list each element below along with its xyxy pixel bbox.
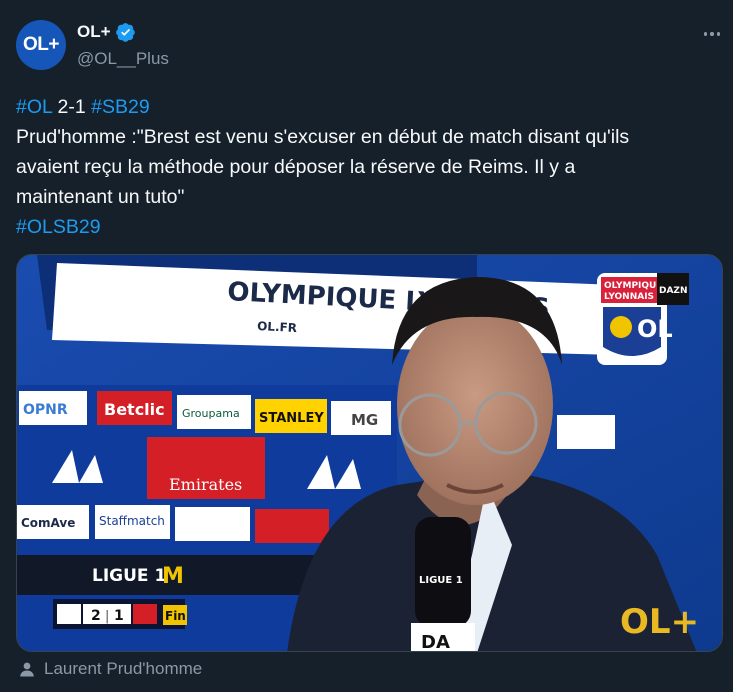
hashtag-ol[interactable]: #OL <box>16 96 52 118</box>
tweet-text: #OL 2-1 #SB29 Prud'homme :"Brest est ven… <box>16 92 721 242</box>
sponsor-staffmatch: Staffmatch <box>99 514 165 528</box>
sponsor-opnr: OPNR <box>23 402 68 418</box>
scoreboard-away-score: 1 <box>114 608 124 624</box>
olplus-watermark: OL+ <box>620 602 699 642</box>
hashtag-sb29[interactable]: #SB29 <box>91 96 150 118</box>
dot-icon <box>716 32 721 36</box>
dazn-logo: DAZN <box>659 286 688 296</box>
scoreboard-home-score: 2 <box>91 608 101 624</box>
author-name-row[interactable]: OL+ <box>77 22 136 42</box>
tweet-line-1: #OL 2-1 #SB29 <box>16 92 721 122</box>
verified-badge-icon <box>115 23 135 42</box>
svg-text:M: M <box>162 564 184 589</box>
banner-url: OL.FR <box>257 319 298 335</box>
avatar-logo-text: OL+ <box>23 34 59 55</box>
tagged-person-name[interactable]: Laurent Prud'homme <box>44 659 202 679</box>
sponsor-comave: ComAve <box>21 516 75 530</box>
tweet-line-3: avaient reçu la méthode pour déposer la … <box>16 156 576 178</box>
sponsor-ligue1: LIGUE 1 <box>92 566 166 586</box>
dot-icon <box>710 32 714 36</box>
author-avatar[interactable]: OL+ <box>16 20 66 70</box>
crest-mid-text: LYONNAIS <box>604 292 654 302</box>
crest-top-text: OLYMPIQUE <box>604 281 663 291</box>
tweet-line-4: maintenant un tuto" <box>16 186 185 208</box>
tweet-line-2: Prud'homme :"Brest est venu s'excuser en… <box>16 126 630 148</box>
author-handle[interactable]: @OL__Plus <box>77 49 169 69</box>
sponsor-groupama: Groupama <box>182 407 240 420</box>
sponsor-stanley: STANLEY <box>259 411 324 426</box>
tweet-media-image[interactable]: OLYMPIQUE LYONNAIS OL.FR OLYMPIQUE LYONN… <box>16 254 723 652</box>
interview-image: OLYMPIQUE LYONNAIS OL.FR OLYMPIQUE LYONN… <box>17 255 722 652</box>
sponsor-betclic: Betclic <box>104 400 165 419</box>
more-options-button[interactable] <box>700 22 724 46</box>
svg-text:|: | <box>105 609 109 624</box>
sponsor-mg: MG <box>351 411 378 429</box>
scoreboard-status: Fin <box>165 609 186 623</box>
media-caption: Laurent Prud'homme <box>18 659 202 679</box>
score-text: 2-1 <box>52 96 92 118</box>
svg-text:OL: OL <box>637 315 673 343</box>
dot-icon <box>703 32 708 36</box>
mic-label: LIGUE 1 <box>419 575 463 586</box>
person-icon <box>20 662 34 677</box>
hashtag-olsb29[interactable]: #OLSB29 <box>16 212 721 242</box>
svg-text:DA: DA <box>421 632 450 652</box>
author-display-name[interactable]: OL+ <box>77 22 111 42</box>
sponsor-emirates: Emirates <box>169 475 242 494</box>
